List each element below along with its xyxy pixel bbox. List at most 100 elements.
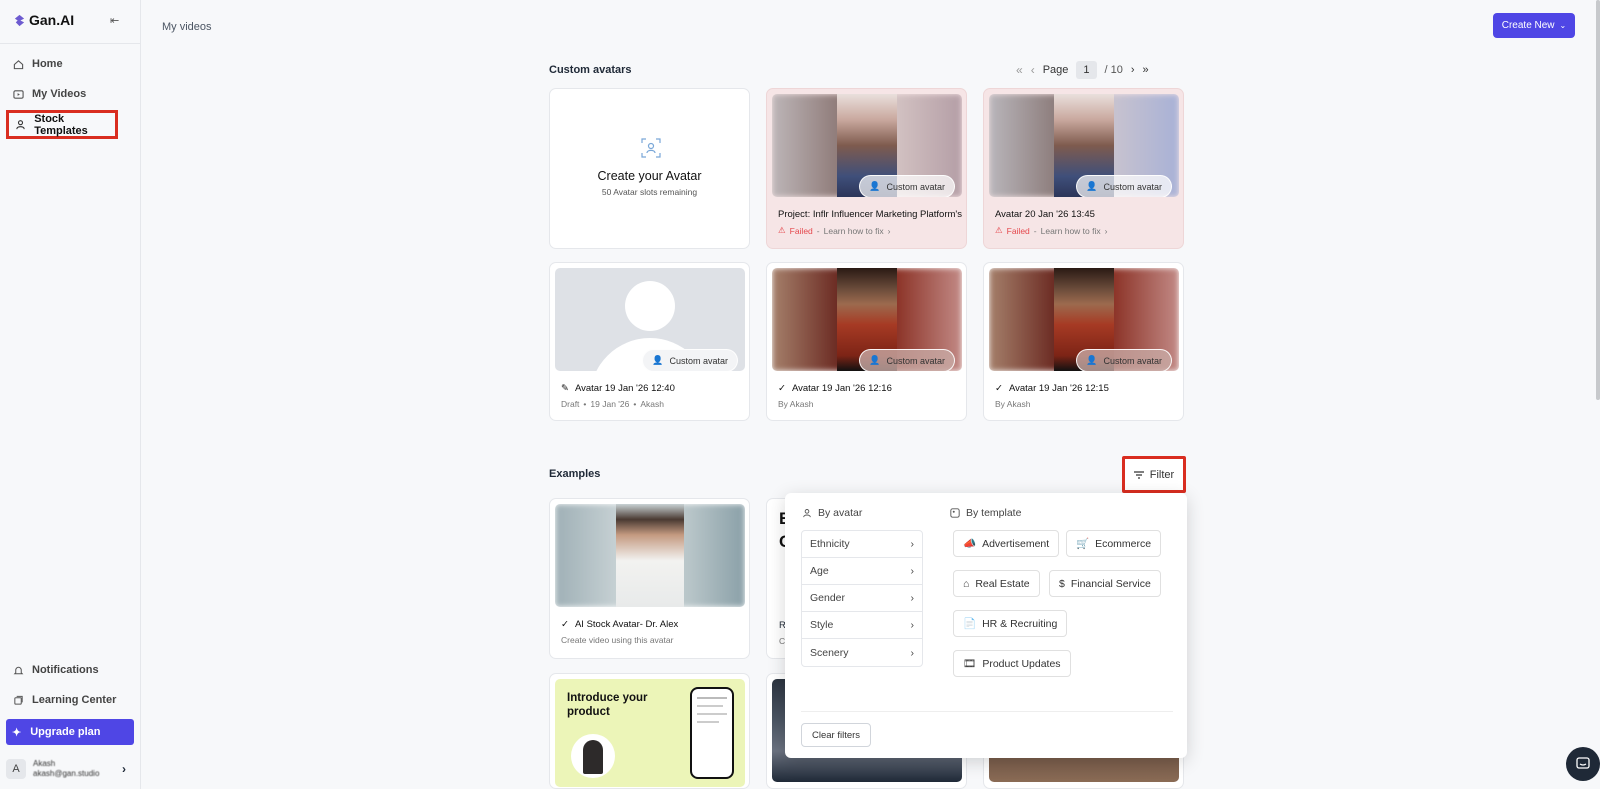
template-chip-product-updates[interactable]: 🎞 Product Updates xyxy=(953,650,1071,677)
sparkle-icon: ✦ xyxy=(12,726,22,739)
house-icon: ⌂ xyxy=(963,577,970,590)
upgrade-plan-button[interactable]: ✦ Upgrade plan xyxy=(6,719,134,745)
example-card[interactable]: ✓ AI Stock Avatar- Dr. Alex Create video … xyxy=(549,498,750,659)
chevron-right-icon: › xyxy=(910,538,915,550)
filter-label: Style xyxy=(810,619,834,631)
avatar-card[interactable]: 👤 Custom avatar Project: Inflr Influencer… xyxy=(766,88,967,249)
filter-gender[interactable]: Gender › xyxy=(802,585,922,612)
card-meta: Draft • 19 Jan '26 • Akash xyxy=(561,399,664,409)
create-avatar-subtitle: 50 Avatar slots remaining xyxy=(601,187,698,197)
learn-fix-link[interactable]: Learn how to fix xyxy=(1041,226,1101,236)
presenter-avatar xyxy=(571,734,615,778)
card-status: ⚠ Failed - Learn how to fix › xyxy=(995,225,1107,236)
next-page-icon[interactable]: › xyxy=(1131,64,1135,76)
phone-mockup xyxy=(690,687,734,779)
user-plus-icon: 👤 xyxy=(652,355,664,365)
megaphone-icon: 📣 xyxy=(963,538,977,550)
chevron-right-icon: › xyxy=(910,592,915,604)
filter-dropdown: By avatar By template Ethnicity › Age › Ge… xyxy=(785,493,1187,758)
check-icon: ✓ xyxy=(561,619,569,630)
card-date: 19 Jan '26 xyxy=(590,399,630,409)
status-failed: Failed xyxy=(1006,225,1030,236)
sidebar-item-notifications[interactable]: Notifications xyxy=(6,657,118,683)
filter-label: Ethnicity xyxy=(810,538,850,550)
template-chip-real-estate[interactable]: ⌂ Real Estate xyxy=(953,570,1040,597)
card-title-row: ✓ Avatar 19 Jan '26 12:16 xyxy=(778,383,963,394)
chevron-right-icon: › xyxy=(910,565,915,577)
example-card[interactable]: Introduce your product xyxy=(549,673,750,789)
separator: - xyxy=(816,225,820,236)
draft-label: Draft xyxy=(561,399,580,409)
filter-age[interactable]: Age › xyxy=(802,558,922,585)
filter-ethnicity[interactable]: Ethnicity › xyxy=(802,531,922,558)
badge-label: Custom avatar xyxy=(886,355,945,366)
prev-page-icon[interactable]: ‹ xyxy=(1031,63,1035,77)
pagination: « ‹ Page 1 / 10 › » xyxy=(1016,61,1149,79)
user-plus-icon: 👤 xyxy=(869,355,881,365)
avatar-card[interactable]: 👤 Custom avatar ✓ Avatar 19 Jan '26 12:15 … xyxy=(983,262,1184,421)
user-menu[interactable]: A Akash akash@gan.studio › xyxy=(6,754,134,784)
sidebar-item-learning-center[interactable]: Learning Center xyxy=(6,687,118,713)
separator: - xyxy=(1033,225,1037,236)
avatar-card[interactable]: 👤 Custom avatar ✎ Avatar 19 Jan '26 12:40 … xyxy=(549,262,750,421)
filter-scenery[interactable]: Scenery › xyxy=(802,639,922,666)
template-chip-advertisement[interactable]: 📣 Advertisement xyxy=(953,530,1060,557)
card-title: AI Stock Avatar- Dr. Alex xyxy=(574,619,679,630)
user-plus-icon: 👤 xyxy=(869,181,881,191)
example-thumbnail: Introduce your product xyxy=(555,679,745,787)
chevron-right-icon: › xyxy=(1104,225,1108,236)
promo-line-1: Introduce your xyxy=(567,692,648,704)
filter-divider xyxy=(801,711,1173,712)
chip-label: HR & Recruiting xyxy=(982,617,1058,630)
user-plus-icon: 👤 xyxy=(1086,181,1098,191)
examples-title: Examples xyxy=(549,468,601,480)
template-chip-ecommerce[interactable]: 🛒 Ecommerce xyxy=(1066,530,1162,557)
sidebar-item-label: Stock Templates xyxy=(34,112,88,137)
sidebar-item-my-videos[interactable]: My Videos xyxy=(6,81,118,107)
collapse-sidebar-icon[interactable]: ⇤ xyxy=(110,14,119,27)
card-title-row: ✓ AI Stock Avatar- Dr. Alex xyxy=(561,619,746,630)
chevron-down-icon: ⌄ xyxy=(1559,21,1567,30)
last-page-icon[interactable]: » xyxy=(1143,64,1149,76)
user-icon xyxy=(15,119,26,130)
app-name: Gan.AI xyxy=(29,12,75,28)
chip-label: Advertisement xyxy=(982,537,1050,550)
pencil-icon: ✎ xyxy=(561,383,569,394)
chevron-right-icon: › xyxy=(910,646,915,659)
learn-fix-link[interactable]: Learn how to fix xyxy=(824,226,884,236)
first-page-icon[interactable]: « xyxy=(1016,63,1023,77)
template-chip-financial-service[interactable]: $ Financial Service xyxy=(1049,570,1161,597)
by-template-header: By template xyxy=(950,507,1021,519)
create-avatar-card[interactable]: Create your Avatar 50 Avatar slots remai… xyxy=(549,88,750,249)
home-icon xyxy=(12,59,24,70)
card-author: Akash xyxy=(640,399,664,409)
chip-label: Ecommerce xyxy=(1095,537,1152,550)
avatar-card[interactable]: 👤 Custom avatar Avatar 20 Jan '26 13:45 ⚠… xyxy=(983,88,1184,249)
dot-separator: • xyxy=(583,399,587,409)
upgrade-label: Upgrade plan xyxy=(30,726,101,738)
page-number-input[interactable]: 1 xyxy=(1076,61,1097,79)
app-logo[interactable]: Gan.AI xyxy=(13,12,74,28)
sidebar-item-home[interactable]: Home xyxy=(6,51,118,77)
avatar-card[interactable]: 👤 Custom avatar ✓ Avatar 19 Jan '26 12:16 … xyxy=(766,262,967,421)
template-chip-hr-recruiting[interactable]: 📄 HR & Recruiting xyxy=(953,610,1068,637)
filter-style[interactable]: Style › xyxy=(802,612,922,639)
user-info: Akash akash@gan.studio xyxy=(33,759,105,779)
create-new-button[interactable]: Create New ⌄ xyxy=(1493,13,1575,38)
clear-filters-button[interactable]: Clear filters xyxy=(801,723,872,747)
custom-avatars-title: Custom avatars xyxy=(549,64,632,76)
user-icon xyxy=(803,509,811,518)
badge-label: Custom avatar xyxy=(669,355,728,366)
chat-support-button[interactable] xyxy=(1566,747,1600,781)
card-title: Project: Inflr Influencer Marketing Plat… xyxy=(778,209,962,220)
avatar-thumbnail: 👤 Custom avatar xyxy=(555,268,745,371)
dot-separator: • xyxy=(633,399,637,409)
page-scrollbar[interactable] xyxy=(1596,0,1600,400)
warning-icon: ⚠ xyxy=(778,225,786,235)
badge-label: Custom avatar xyxy=(886,181,945,192)
chevron-right-icon: › xyxy=(887,225,891,236)
card-subtitle: Create video using this avatar xyxy=(561,635,674,645)
sidebar-item-stock-templates[interactable]: Stock Templates xyxy=(6,110,118,139)
filter-button[interactable]: Filter xyxy=(1122,456,1186,493)
sidebar-item-label: My Videos xyxy=(32,88,87,100)
